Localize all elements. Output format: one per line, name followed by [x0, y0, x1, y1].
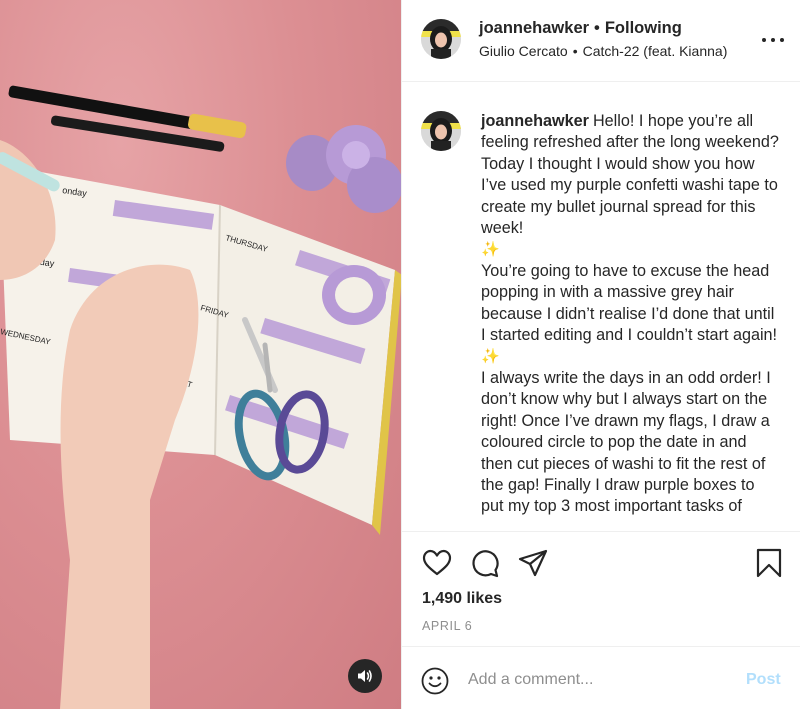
post-date: APRIL 6 [422, 619, 473, 633]
caption-paragraph: joannehawker Hello! I hope you’re all fee… [481, 111, 781, 239]
more-options-icon[interactable] [762, 30, 784, 50]
speaker-icon [358, 670, 372, 682]
separator-dot: • [594, 19, 600, 37]
audio-attribution: Giulio Cercato • Catch-22 (feat. Kianna) [479, 43, 727, 59]
separator-dot: • [572, 43, 578, 59]
profile-photo [421, 111, 461, 151]
post-actions: 1,490 likes APRIL 6 [402, 531, 800, 646]
avatar[interactable] [421, 111, 461, 151]
caption-paragraph: You’re going to have to excuse the head … [481, 261, 778, 345]
heart-icon[interactable] [422, 548, 452, 578]
washi-tape-rolls [286, 125, 401, 213]
following-button[interactable]: Following [605, 19, 682, 37]
post-detail-panel: joannehawker • Following Giulio Cercato • Ca… [401, 0, 800, 709]
sparkle-emoji: ✨ [481, 348, 500, 366]
comment-bar: Post [402, 646, 800, 709]
bookmark-icon[interactable] [754, 548, 784, 578]
audio-toggle-button[interactable] [348, 659, 382, 693]
paper-plane-icon[interactable] [518, 548, 548, 578]
audio-track-link[interactable]: Catch-22 (feat. Kianna) [583, 43, 728, 59]
bullet-journal: onday THURSDAY sday FRIDAY WEDNESDAY AT [0, 170, 401, 535]
audio-artist-link[interactable]: Giulio Cercato [479, 43, 568, 59]
post-comment-button[interactable]: Post [746, 671, 781, 689]
avatar[interactable] [421, 19, 461, 59]
header-user-line: joannehawker • Following [479, 19, 682, 38]
washi-tape-roll [322, 265, 386, 325]
journal-photo: onday THURSDAY sday FRIDAY WEDNESDAY AT [0, 85, 401, 709]
post-media[interactable]: onday THURSDAY sday FRIDAY WEDNESDAY AT [0, 0, 401, 709]
comment-input[interactable] [468, 665, 738, 695]
dot-icon [762, 38, 766, 42]
caption-username-link[interactable]: joannehawker [481, 112, 589, 130]
likes-count[interactable]: 1,490 likes [422, 590, 502, 608]
post-header: joannehawker • Following Giulio Cercato • Ca… [402, 0, 800, 82]
username-link[interactable]: joannehawker [479, 19, 589, 37]
profile-photo [421, 19, 461, 59]
post-caption: joannehawker Hello! I hope you’re all fee… [481, 111, 781, 518]
smiley-icon[interactable] [421, 667, 449, 695]
dot-icon [771, 38, 775, 42]
comment-icon[interactable] [470, 548, 500, 578]
caption-paragraph: I always write the days in an odd order!… [481, 368, 771, 516]
caption-scroll-area[interactable]: joannehawker Hello! I hope you’re all fee… [402, 83, 800, 529]
dot-icon [780, 38, 784, 42]
sparkle-emoji: ✨ [481, 241, 500, 259]
caption-text: Hello! I hope you’re all feeling refresh… [481, 112, 779, 238]
